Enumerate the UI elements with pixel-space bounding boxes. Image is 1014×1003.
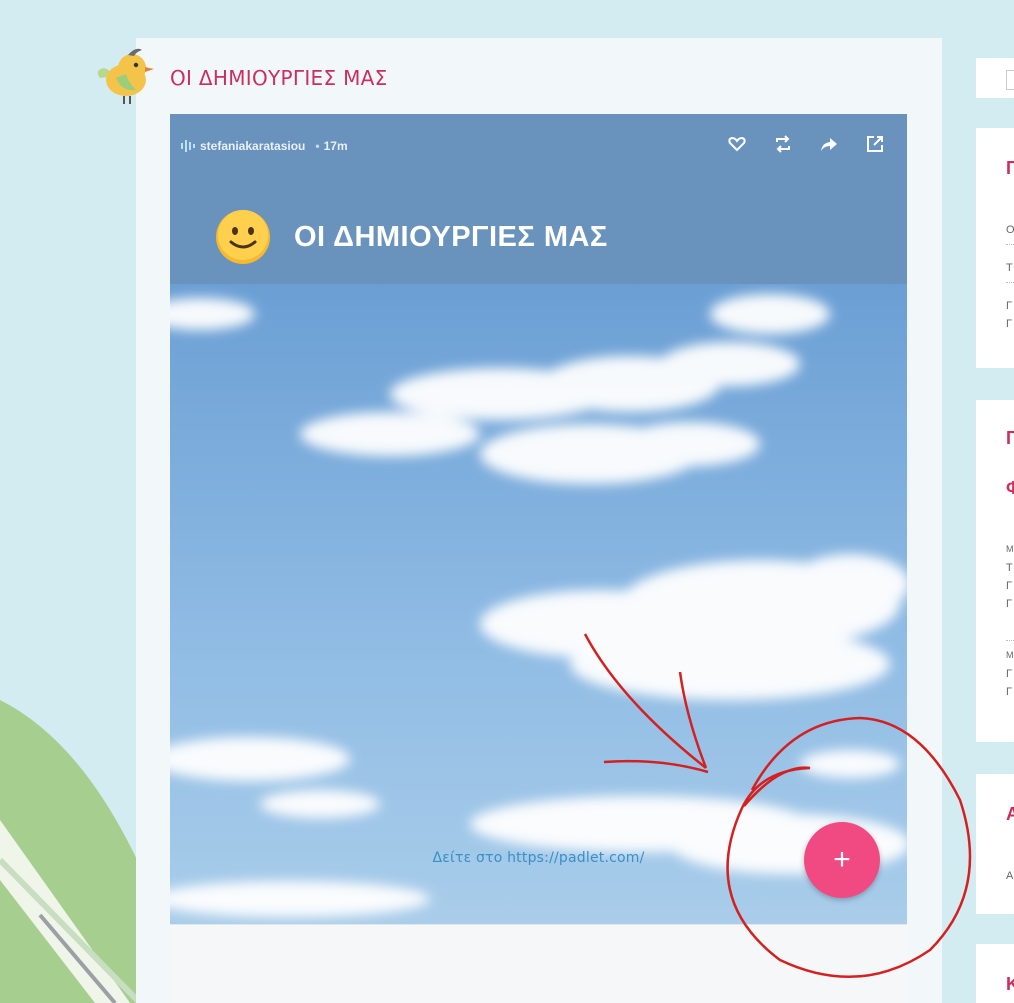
post-title[interactable]: ΟΙ ΔΗΜΙΟΥΡΓΙΕΣ ΜΑΣ xyxy=(170,66,388,90)
sidebar-widget-4: Κ xyxy=(976,944,1014,1003)
widget-line[interactable]: Γ xyxy=(1006,318,1012,330)
widget-title-second-line: Φ xyxy=(1006,478,1014,498)
widget-title: Γ xyxy=(1006,428,1014,448)
widget-line[interactable]: Α xyxy=(1006,870,1013,882)
padlet-header: stefaniakaratasiou • 17m ΟΙ ΔΗΜΙΟΥΡΓΙΕΣ … xyxy=(170,114,907,284)
widget-title: Κ xyxy=(1006,974,1014,994)
sidebar-widget-1: Γ Ο Τ Γ Γ xyxy=(976,128,1014,368)
padlet-footer xyxy=(170,924,907,1003)
smiley-icon xyxy=(216,210,270,264)
board-title-text: ΟΙ ΔΗΜΙΟΥΡΓΙΕΣ ΜΑΣ xyxy=(294,220,608,253)
widget-line[interactable]: Γ xyxy=(1006,668,1012,680)
time-ago: 17m xyxy=(323,139,348,153)
padlet-author[interactable]: stefaniakaratasiou • 17m xyxy=(180,139,348,153)
widget-line[interactable]: Ο xyxy=(1006,224,1014,236)
author-name: stefaniakaratasiou xyxy=(200,139,306,153)
meta-separator: • xyxy=(315,139,320,153)
sky-wallpaper-image xyxy=(170,284,907,924)
sidebar-search-input[interactable] xyxy=(1006,70,1014,90)
widget-line[interactable]: Γ xyxy=(1006,580,1012,592)
divider xyxy=(1006,244,1014,245)
header-actions xyxy=(727,134,885,154)
widget-title: Α xyxy=(1006,804,1014,824)
padlet-logo-icon xyxy=(181,140,195,152)
padlet-embed: stefaniakaratasiou • 17m ΟΙ ΔΗΜΙΟΥΡΓΙΕΣ … xyxy=(170,114,907,1003)
board-title[interactable]: ΟΙ ΔΗΜΙΟΥΡΓΙΕΣ ΜΑΣ xyxy=(214,208,608,266)
widget-line[interactable]: Μ xyxy=(1006,650,1014,660)
sidebar-search-widget xyxy=(976,58,1014,98)
widget-line[interactable]: Τ xyxy=(1006,562,1013,574)
sidebar-widget-3: Α Α xyxy=(976,774,1014,914)
widget-line[interactable]: Τ xyxy=(1006,262,1013,274)
share-icon[interactable] xyxy=(819,134,839,154)
open-external-icon[interactable] xyxy=(865,134,885,154)
divider xyxy=(1006,640,1014,641)
padlet-footer-link[interactable]: Δείτε στο https://padlet.com/ xyxy=(170,850,907,866)
widget-line[interactable]: Γ xyxy=(1006,598,1012,610)
widget-title: Γ xyxy=(1006,158,1014,178)
widget-line[interactable]: Μ xyxy=(1006,544,1014,554)
widget-line[interactable]: Γ xyxy=(1006,300,1012,312)
sidebar-widget-2: Γ Φ Μ Τ Γ Γ Μ Γ Γ xyxy=(976,400,1014,742)
bird-icon xyxy=(97,48,154,104)
remix-icon[interactable] xyxy=(773,134,793,154)
widget-line[interactable]: Γ xyxy=(1006,686,1012,698)
heart-icon[interactable] xyxy=(727,134,747,154)
divider xyxy=(1006,282,1014,283)
